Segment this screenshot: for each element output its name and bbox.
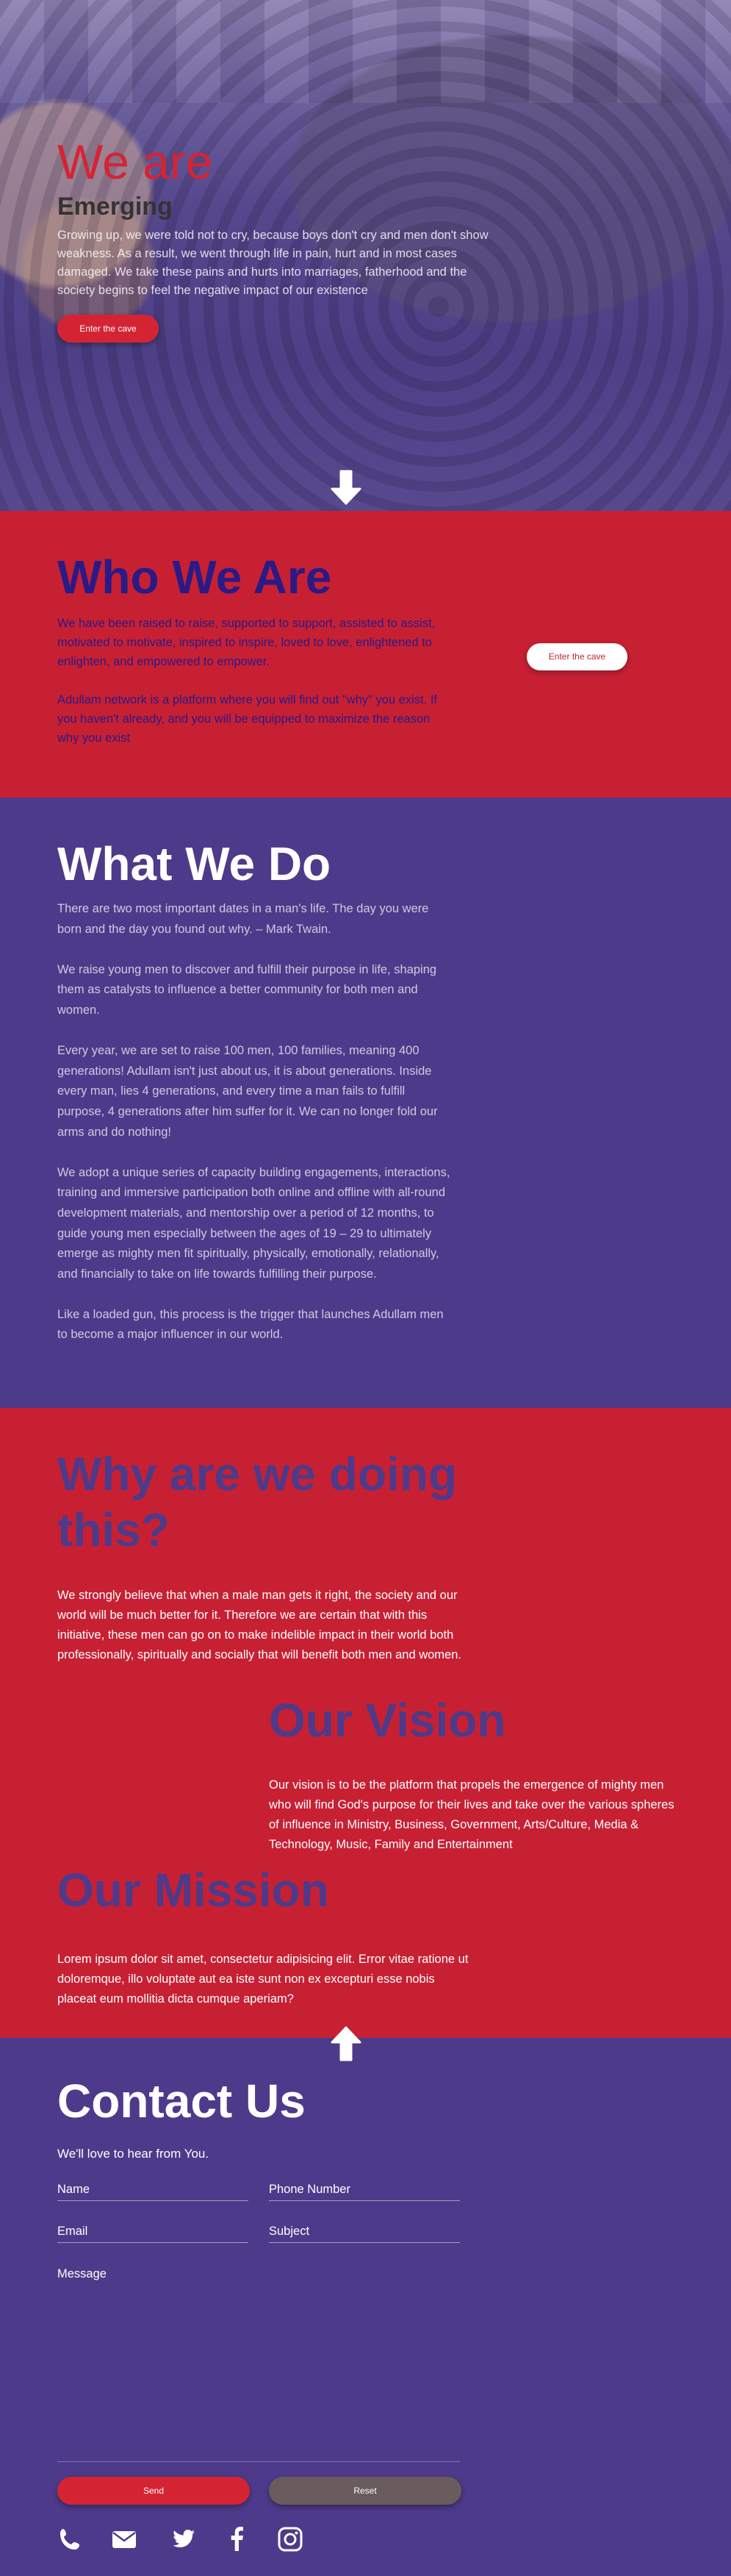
facebook-icon[interactable] xyxy=(224,2526,251,2552)
email-field[interactable] xyxy=(57,2221,248,2242)
hero-subtitle: Emerging xyxy=(57,193,173,221)
vision-text: Our vision is to be the platform that pr… xyxy=(269,1778,674,1851)
mission-title: Our Mission xyxy=(57,1864,329,1917)
mission-text: Lorem ipsum dolor sit amet, consectetur … xyxy=(57,1953,469,2006)
phone-icon[interactable] xyxy=(57,2526,84,2552)
hero-text: Growing up, we were told not to cry, bec… xyxy=(57,229,489,297)
enter-cave-button-secondary[interactable]: Enter the cave xyxy=(527,643,627,670)
why-section: Why are we doing this? We strongly belie… xyxy=(0,1408,731,2038)
mail-icon[interactable] xyxy=(111,2526,137,2552)
contact-subtitle: We'll love to hear from You. xyxy=(57,2147,209,2161)
contact-title: Contact Us xyxy=(57,2075,306,2128)
arrow-up-icon[interactable] xyxy=(327,2025,365,2063)
what-paragraph: We adopt a unique series of capacity bui… xyxy=(57,1165,450,1281)
what-paragraph: Like a loaded gun, this process is the t… xyxy=(57,1307,444,1342)
what-paragraph: There are two most important dates in a … xyxy=(57,902,429,936)
phone-field[interactable] xyxy=(269,2179,460,2200)
who-paragraph: Adullam network is a platform where you … xyxy=(57,693,438,745)
hero-section: We are Emerging Growing up, we were told… xyxy=(0,0,731,511)
what-paragraph: Every year, we are set to raise 100 men,… xyxy=(57,1044,438,1139)
hero-title: We are xyxy=(57,135,213,189)
what-paragraph: We raise young men to discover and fulfi… xyxy=(57,962,437,1017)
arrow-down-icon[interactable] xyxy=(327,468,365,507)
what-we-do-section: What We Do There are two most important … xyxy=(0,798,731,1408)
name-field-wrapper xyxy=(57,2179,248,2201)
why-text: We strongly believe that when a male man… xyxy=(57,1589,461,1661)
contact-section: Contact Us We'll love to hear from You. … xyxy=(0,2026,731,2576)
who-paragraph: We have been raised to raise, supported … xyxy=(57,617,436,668)
name-field[interactable] xyxy=(57,2179,248,2200)
subject-field-wrapper xyxy=(269,2221,460,2243)
hero-content: We are Emerging Growing up, we were told… xyxy=(57,134,513,343)
why-title: Why are we doing this? xyxy=(57,1448,458,1556)
who-we-are-text: We have been raised to raise, supported … xyxy=(57,614,454,748)
enter-cave-button[interactable]: Enter the cave xyxy=(57,315,159,343)
what-we-do-title: What We Do xyxy=(57,837,331,890)
phone-field-wrapper xyxy=(269,2179,460,2201)
send-button[interactable]: Send xyxy=(57,2477,250,2505)
who-we-are-title: Who We Are xyxy=(57,551,332,604)
what-we-do-text: There are two most important dates in a … xyxy=(57,899,454,1345)
who-we-are-section: Who We Are We have been raised to raise,… xyxy=(0,511,731,798)
reset-button[interactable]: Reset xyxy=(269,2477,461,2505)
message-field-wrapper xyxy=(57,2261,460,2462)
message-field[interactable] xyxy=(57,2261,460,2461)
subject-field[interactable] xyxy=(269,2221,460,2242)
vision-title: Our Vision xyxy=(269,1694,506,1747)
instagram-icon[interactable] xyxy=(277,2526,303,2552)
twitter-icon[interactable] xyxy=(170,2526,197,2552)
email-field-wrapper xyxy=(57,2221,248,2243)
